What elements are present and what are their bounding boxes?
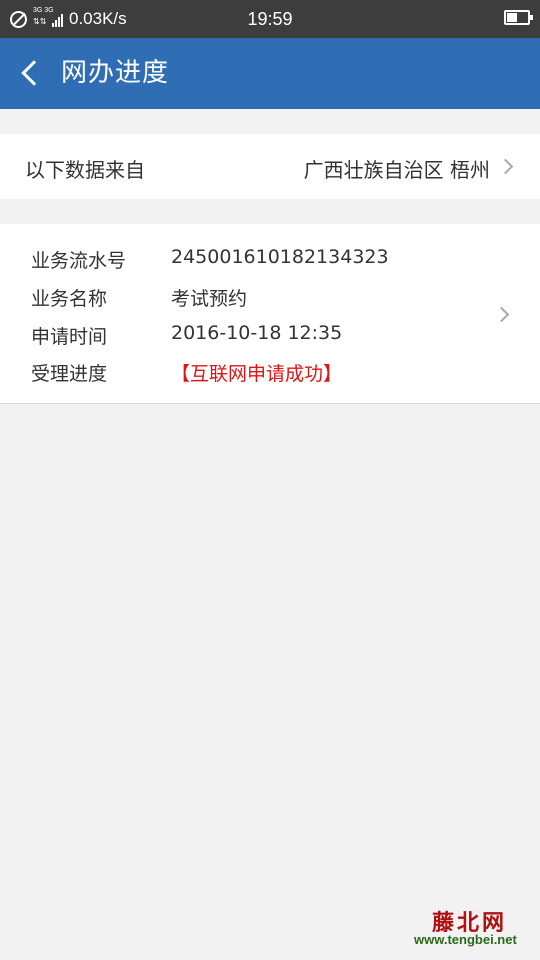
apply-time-label: 申请时间 xyxy=(31,326,108,348)
record-card[interactable]: 业务流水号 245001610182134323 业务名称 考试预约 申请时间 … xyxy=(0,224,540,404)
data-arrows-icon: ⇅⇅ xyxy=(33,17,47,26)
data-source-region: 广西壮族自治区 梧州 xyxy=(303,158,490,182)
serial-number-value: 245001610182134323 xyxy=(171,246,389,268)
business-name-value: 考试预约 xyxy=(171,288,248,310)
progress-status-value: 【互联网申请成功】 xyxy=(171,363,343,385)
network-speed: 0.03K/s xyxy=(69,9,127,28)
chevron-right-icon xyxy=(493,306,510,323)
apply-time-value: 2016-10-18 12:35 xyxy=(171,322,343,344)
data-source-row[interactable]: 以下数据来自 广西壮族自治区 梧州 xyxy=(0,134,540,199)
nav-bar: 网办进度 xyxy=(0,38,540,109)
chevron-left-icon xyxy=(21,60,47,86)
signal-bars-icon xyxy=(52,14,63,27)
serial-number-label: 业务流水号 xyxy=(31,250,127,272)
do-not-disturb-icon xyxy=(10,10,27,28)
watermark-url: www.tengbei.net xyxy=(414,932,517,947)
data-source-label: 以下数据来自 xyxy=(25,158,145,182)
business-name-label: 业务名称 xyxy=(31,288,108,310)
page-title: 网办进度 xyxy=(61,58,170,88)
progress-label: 受理进度 xyxy=(31,363,108,385)
back-button[interactable] xyxy=(14,58,47,90)
network-type-label: 3G 3G xyxy=(33,7,54,14)
status-bar: 3G 3G ⇅⇅ 0.03K/s 19:59 xyxy=(0,0,540,38)
signal-icon: 3G 3G ⇅⇅ xyxy=(33,7,63,29)
watermark: 藤北网 www.tengbei.net xyxy=(412,905,527,955)
battery-icon xyxy=(504,10,533,25)
chevron-right-icon xyxy=(497,158,514,175)
status-left: 3G 3G ⇅⇅ 0.03K/s xyxy=(10,7,127,31)
